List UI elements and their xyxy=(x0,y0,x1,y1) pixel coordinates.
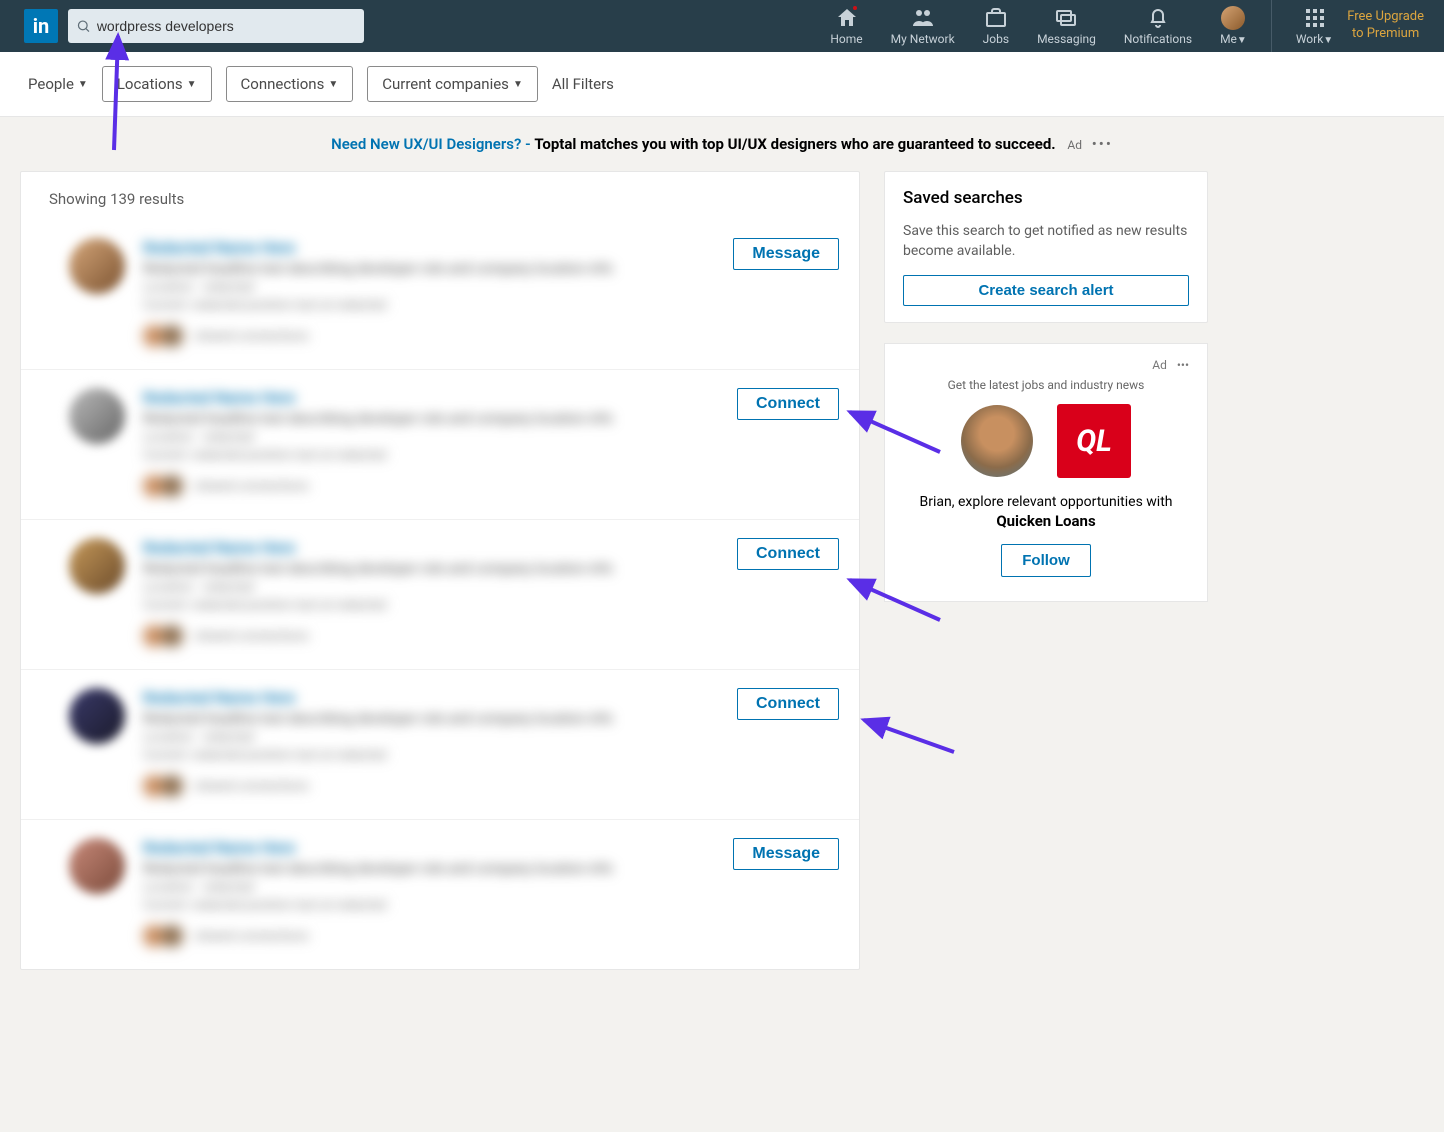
jobs-icon xyxy=(984,6,1008,30)
linkedin-logo[interactable]: in xyxy=(24,9,58,43)
search-input[interactable] xyxy=(97,18,356,34)
nav-jobs[interactable]: Jobs xyxy=(969,6,1023,46)
ad-label: Ad xyxy=(1152,358,1167,372)
filter-locations[interactable]: Locations▼ xyxy=(102,66,212,102)
filter-people[interactable]: People▼ xyxy=(28,75,88,93)
ad-tagline: Get the latest jobs and industry news xyxy=(903,378,1189,392)
nav-work[interactable]: Work▼ xyxy=(1282,6,1347,46)
top-nav: in Home My Network Jobs Messaging Notifi… xyxy=(0,0,1444,52)
search-result: Redacted Name HereRedacted headline text… xyxy=(21,520,859,670)
network-icon xyxy=(911,6,935,30)
nav-messaging[interactable]: Messaging xyxy=(1023,6,1110,46)
avatar-me xyxy=(1221,6,1245,30)
promo-bold: Toptal matches you with top UI/UX design… xyxy=(534,135,1055,153)
search-result: Redacted Name HereRedacted headline text… xyxy=(21,370,859,520)
saved-desc: Save this search to get notified as new … xyxy=(903,222,1189,261)
result-avatar[interactable] xyxy=(69,238,125,294)
nav-me[interactable]: Me▼ xyxy=(1206,6,1261,46)
saved-searches-card: Saved searches Save this search to get n… xyxy=(884,171,1208,323)
apps-icon xyxy=(1303,6,1327,30)
search-box[interactable] xyxy=(68,9,364,43)
filter-companies[interactable]: Current companies▼ xyxy=(367,66,538,102)
nav-me-label: Me xyxy=(1220,32,1237,46)
filter-connections[interactable]: Connections▼ xyxy=(226,66,354,102)
chevron-down-icon: ▼ xyxy=(187,79,197,90)
result-body[interactable]: Redacted Name HereRedacted headline text… xyxy=(143,688,737,797)
notification-dot xyxy=(851,4,859,12)
chevron-down-icon: ▼ xyxy=(1237,35,1247,46)
nav-home-label: Home xyxy=(830,32,862,46)
result-avatar[interactable] xyxy=(69,388,125,444)
promo-link[interactable]: Need New UX/UI Designers? - xyxy=(331,135,531,153)
search-result: Redacted Name HereRedacted headline text… xyxy=(21,820,859,969)
results-header: Showing 139 results xyxy=(21,172,859,220)
results-panel: Showing 139 results Redacted Name HereRe… xyxy=(20,171,860,970)
result-action-button[interactable]: Connect xyxy=(737,688,839,720)
result-avatar[interactable] xyxy=(69,838,125,894)
ad-more-icon[interactable]: ••• xyxy=(1177,358,1189,372)
nav-work-label: Work xyxy=(1296,32,1323,46)
result-avatar[interactable] xyxy=(69,538,125,594)
premium-line1: Free Upgrade xyxy=(1347,9,1424,26)
ad-profile-avatar xyxy=(961,405,1033,477)
result-body[interactable]: Redacted Name HereRedacted headline text… xyxy=(143,388,737,497)
ad-text1: Brian, explore relevant opportunities wi… xyxy=(903,494,1189,510)
nav-network[interactable]: My Network xyxy=(877,6,969,46)
nav-notifications-label: Notifications xyxy=(1124,32,1192,46)
result-body[interactable]: Redacted Name HereRedacted headline text… xyxy=(143,538,737,647)
bell-icon xyxy=(1146,6,1170,30)
nav-notifications[interactable]: Notifications xyxy=(1110,6,1206,46)
search-result: Redacted Name HereRedacted headline text… xyxy=(21,670,859,820)
nav-divider xyxy=(1271,0,1272,52)
follow-button[interactable]: Follow xyxy=(1001,544,1091,577)
sidebar-ad-card: Ad ••• Get the latest jobs and industry … xyxy=(884,343,1208,602)
messaging-icon xyxy=(1054,6,1078,30)
ad-company-logo: QL xyxy=(1057,404,1131,478)
search-result: Redacted Name HereRedacted headline text… xyxy=(21,220,859,370)
filter-bar: People▼ Locations▼ Connections▼ Current … xyxy=(0,52,1444,117)
sidebar: Saved searches Save this search to get n… xyxy=(884,171,1208,970)
result-avatar[interactable] xyxy=(69,688,125,744)
promo-ad-label: Ad xyxy=(1067,138,1082,152)
nav-home[interactable]: Home xyxy=(816,6,876,46)
result-action-button[interactable]: Connect xyxy=(737,538,839,570)
nav-items: Home My Network Jobs Messaging Notificat… xyxy=(816,0,1424,52)
saved-title: Saved searches xyxy=(903,188,1189,208)
promo-banner: Need New UX/UI Designers? - Toptal match… xyxy=(0,117,1444,171)
premium-line2: to Premium xyxy=(1347,26,1424,43)
nav-messaging-label: Messaging xyxy=(1037,32,1096,46)
ad-images: QL xyxy=(903,404,1189,478)
result-action-button[interactable]: Connect xyxy=(737,388,839,420)
promo-more-icon[interactable]: ••• xyxy=(1092,135,1113,153)
nav-jobs-label: Jobs xyxy=(983,32,1009,46)
search-icon xyxy=(76,18,91,34)
result-action-button[interactable]: Message xyxy=(733,238,839,270)
result-body[interactable]: Redacted Name HereRedacted headline text… xyxy=(143,238,733,347)
content-area: Showing 139 results Redacted Name HereRe… xyxy=(0,171,1444,1010)
chevron-down-icon: ▼ xyxy=(328,79,338,90)
nav-network-label: My Network xyxy=(891,32,955,46)
create-alert-button[interactable]: Create search alert xyxy=(903,275,1189,306)
result-action-button[interactable]: Message xyxy=(733,838,839,870)
filter-all[interactable]: All Filters xyxy=(552,75,614,93)
ad-company: Quicken Loans xyxy=(903,512,1189,530)
chevron-down-icon: ▼ xyxy=(1323,35,1333,46)
chevron-down-icon: ▼ xyxy=(78,79,88,90)
result-body[interactable]: Redacted Name HereRedacted headline text… xyxy=(143,838,733,947)
chevron-down-icon: ▼ xyxy=(513,79,523,90)
premium-upgrade[interactable]: Free Upgrade to Premium xyxy=(1347,9,1424,43)
